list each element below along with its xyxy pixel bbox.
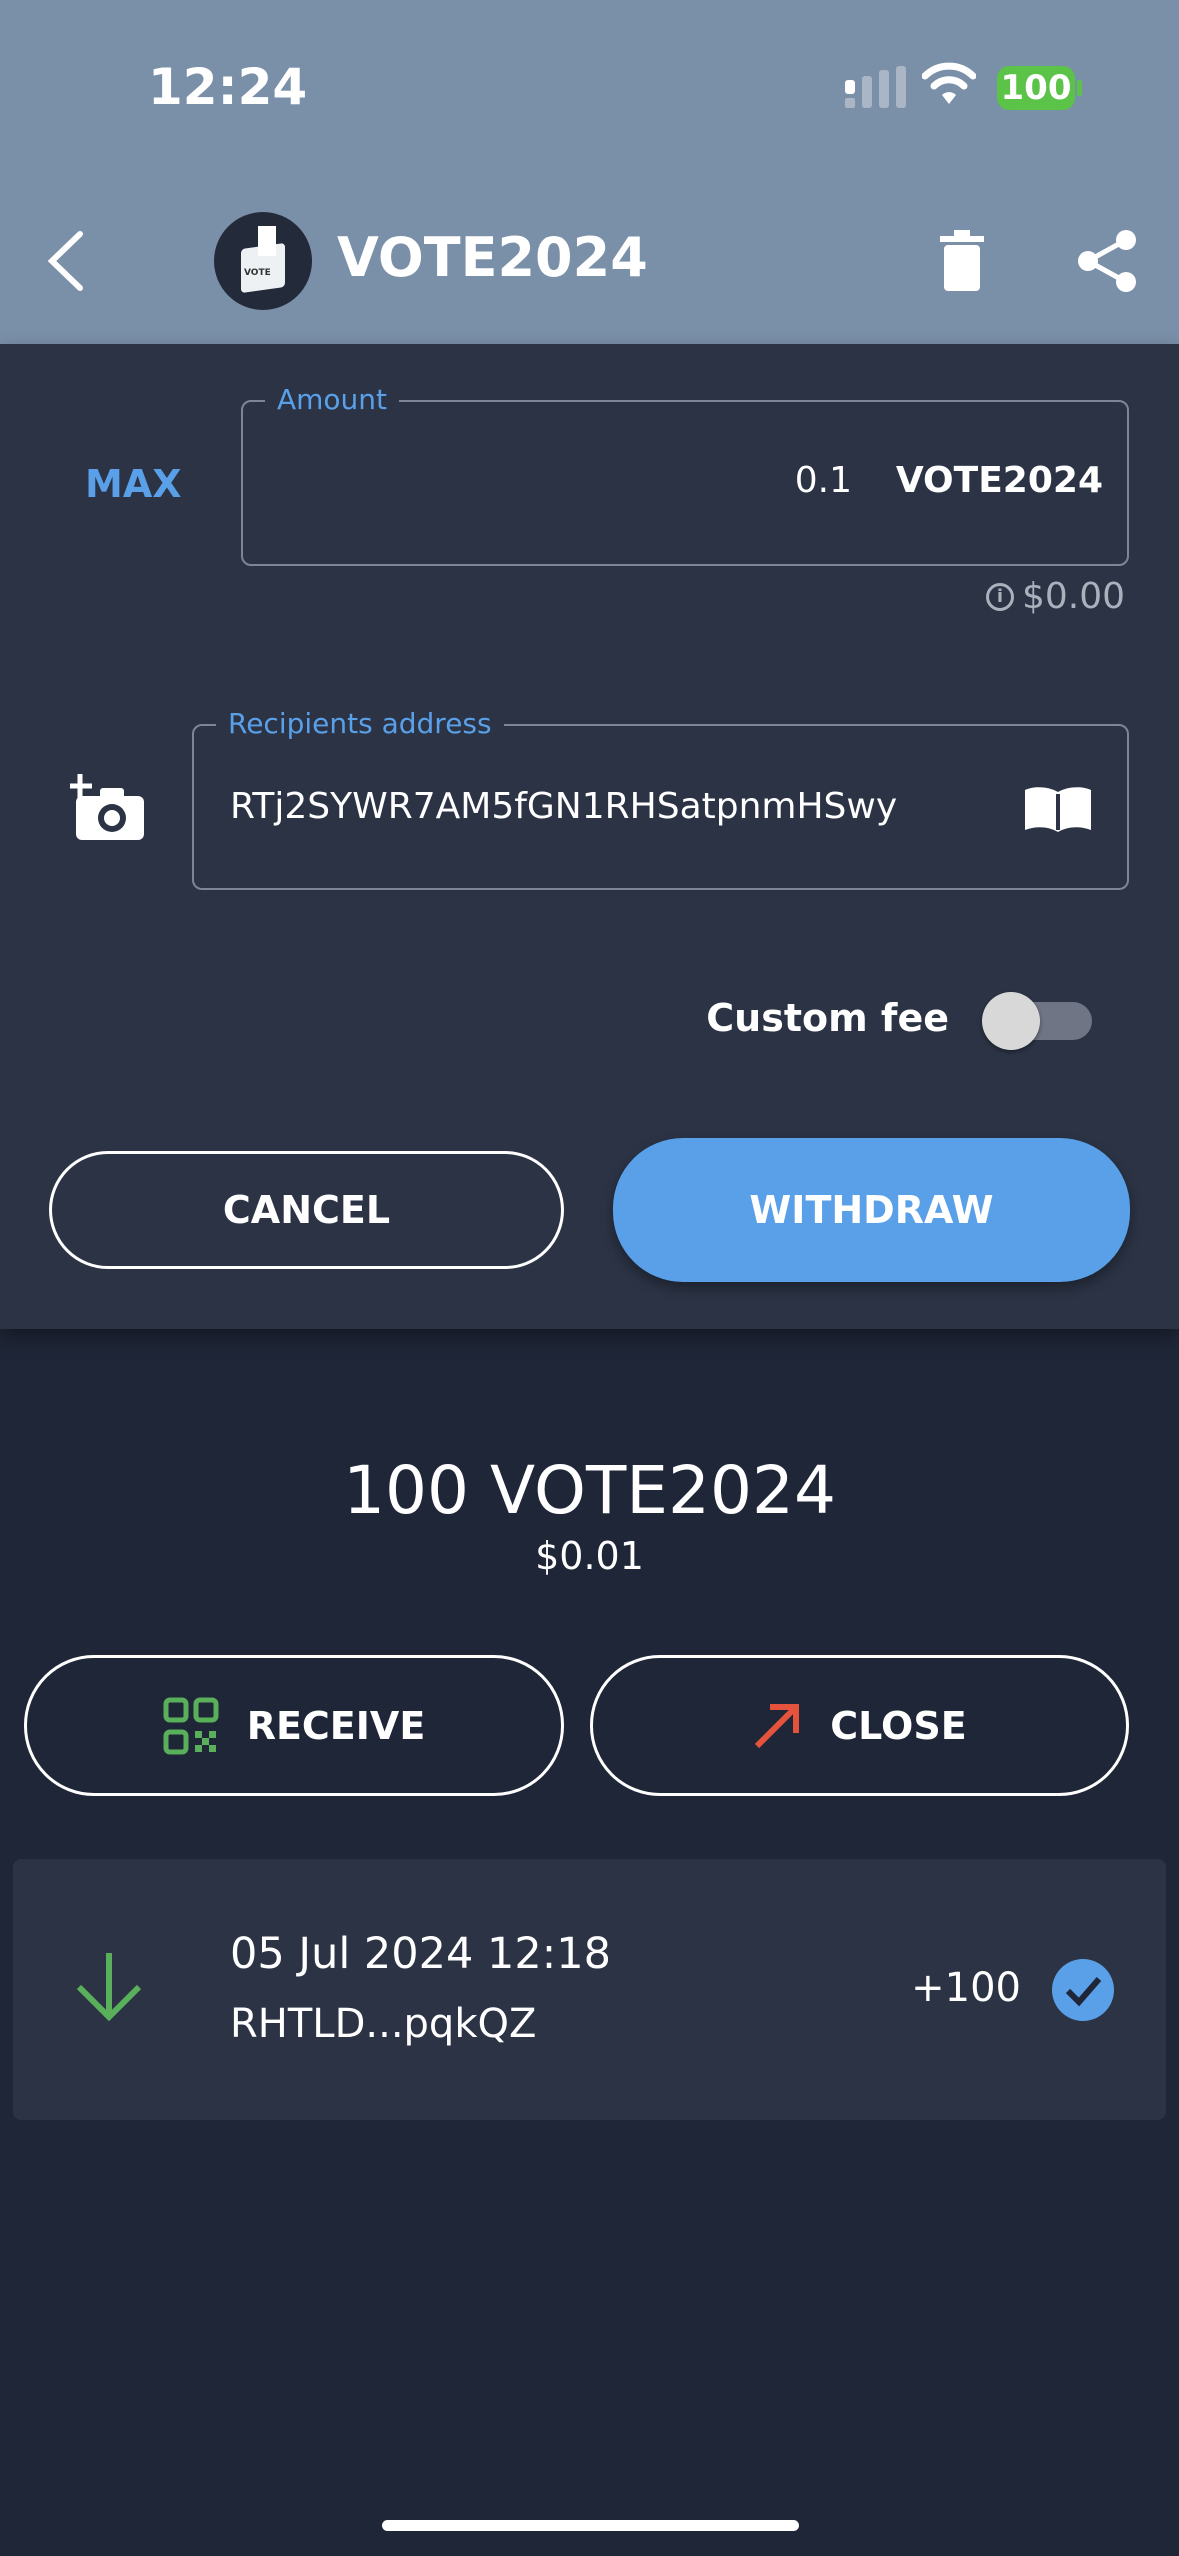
battery-indicator: 100 xyxy=(997,66,1075,110)
page-title: VOTE2024 xyxy=(337,226,648,289)
arrow-down-icon xyxy=(76,1953,142,2022)
receive-button[interactable]: RECEIVE xyxy=(24,1655,564,1796)
balance-fiat: $0.01 xyxy=(535,1534,644,1578)
recipient-label: Recipients address xyxy=(216,708,504,740)
battery-tip xyxy=(1077,80,1082,96)
fiat-estimate: i $0.00 xyxy=(985,576,1125,617)
transaction-row[interactable]: 05 Jul 2024 12:18 RHTLD...pqkQZ +100 xyxy=(13,1859,1166,2120)
withdraw-label: WITHDRAW xyxy=(749,1188,994,1232)
toggle-knob xyxy=(982,992,1040,1050)
withdraw-panel: MAX Amount 0.1 VOTE2024 i $0.00 Recipien… xyxy=(0,344,1179,1329)
recipient-address-field[interactable]: Recipients address RTj2SYWR7AM5fGN1RHSat… xyxy=(192,708,1129,890)
custom-fee-toggle[interactable] xyxy=(982,992,1092,1050)
max-button[interactable]: MAX xyxy=(85,462,182,506)
header: 12:24 100 VOTE VOTE2024 xyxy=(0,0,1179,344)
close-button[interactable]: CLOSE xyxy=(590,1655,1129,1796)
transaction-amount: +100 xyxy=(911,1965,1021,2011)
confirmed-check-icon xyxy=(1052,1959,1114,2021)
withdraw-button[interactable]: WITHDRAW xyxy=(613,1138,1130,1282)
wifi-icon xyxy=(922,62,976,104)
cancel-button[interactable]: CANCEL xyxy=(49,1151,564,1269)
amount-unit: VOTE2024 xyxy=(895,460,1103,501)
custom-fee-label: Custom fee xyxy=(706,996,949,1040)
avatar-label: VOTE xyxy=(244,268,271,278)
camera-add-icon[interactable] xyxy=(70,774,146,840)
qr-code-icon xyxy=(163,1697,219,1754)
receive-label: RECEIVE xyxy=(246,1703,426,1748)
amount-label: Amount xyxy=(265,384,400,416)
close-label: CLOSE xyxy=(830,1703,967,1748)
chevron-left-icon[interactable] xyxy=(42,228,88,294)
status-time: 12:24 xyxy=(148,58,308,116)
trash-icon[interactable] xyxy=(938,230,986,292)
amount-field[interactable]: Amount 0.1 VOTE2024 xyxy=(241,384,1129,566)
home-indicator[interactable] xyxy=(382,2520,799,2531)
balance-amount: 100 VOTE2024 xyxy=(343,1452,836,1529)
share-icon[interactable] xyxy=(1076,228,1138,294)
recipient-input[interactable]: RTj2SYWR7AM5fGN1RHSatpnmHSwy xyxy=(230,786,897,827)
fiat-value: $0.00 xyxy=(1021,576,1125,617)
cancel-label: CANCEL xyxy=(222,1188,391,1232)
arrow-up-right-icon xyxy=(755,1703,800,1748)
info-icon[interactable]: i xyxy=(985,582,1014,611)
amount-input[interactable]: 0.1 xyxy=(795,460,852,501)
signal-icon xyxy=(845,66,906,108)
transaction-address: RHTLD...pqkQZ xyxy=(230,2001,537,2047)
token-avatar: VOTE xyxy=(214,212,312,310)
transaction-date: 05 Jul 2024 12:18 xyxy=(230,1929,611,1979)
address-book-icon[interactable] xyxy=(1023,784,1093,834)
